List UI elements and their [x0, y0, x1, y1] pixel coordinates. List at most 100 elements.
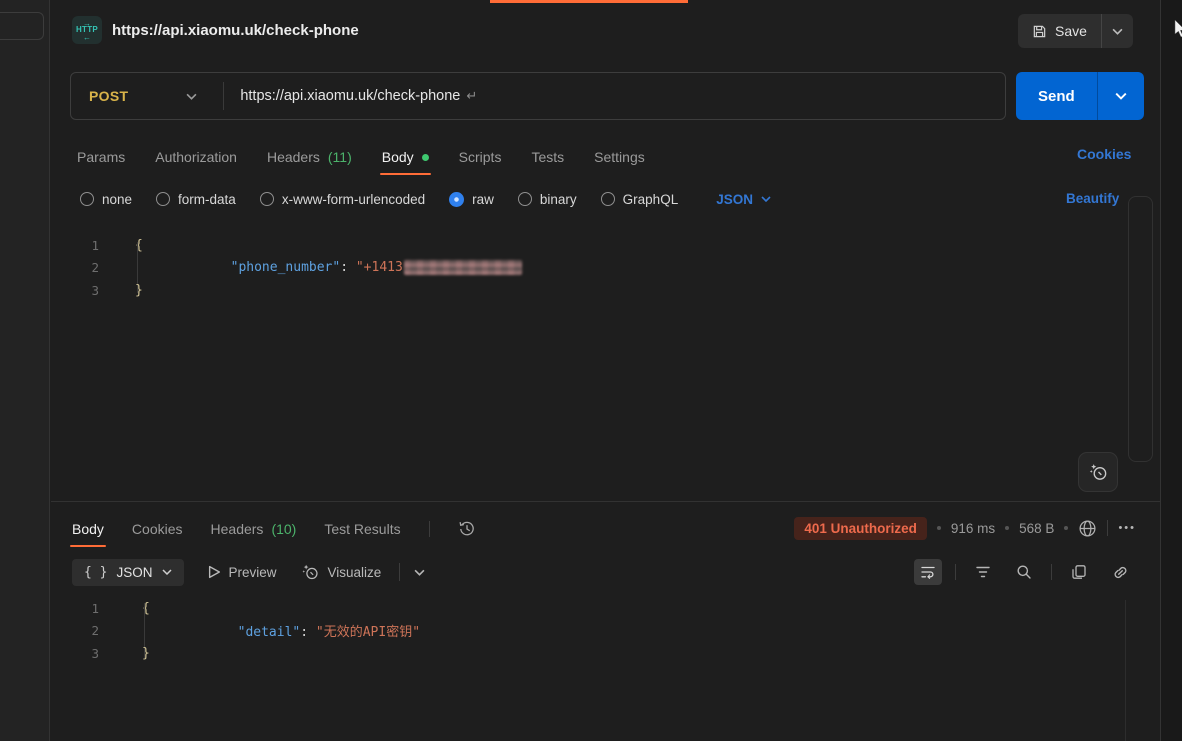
left-sidebar-rail — [0, 0, 50, 741]
http-request-icon: → HTTP ← — [72, 16, 102, 44]
response-actions — [914, 558, 1134, 586]
dot-separator — [937, 526, 941, 530]
chevron-down-icon — [186, 93, 197, 100]
tab-body[interactable]: Body — [382, 140, 429, 174]
search-button[interactable] — [1010, 559, 1038, 585]
preview-button[interactable]: Preview — [208, 565, 277, 580]
send-split-button: Send — [1016, 72, 1144, 120]
dot-separator — [1064, 526, 1068, 530]
radio-selected-icon — [449, 192, 464, 207]
divider — [223, 82, 224, 110]
postman-window: → HTTP ← https://api.xiaomu.uk/check-pho… — [0, 0, 1182, 741]
wrap-text-icon — [920, 564, 936, 580]
response-history-button[interactable] — [458, 520, 476, 538]
postbot-sparkle-icon — [1088, 462, 1109, 483]
globe-icon — [1078, 519, 1097, 538]
divider — [51, 501, 1161, 502]
method-selector-value[interactable]: POST — [71, 88, 128, 104]
status-badge[interactable]: 401 Unauthorized — [794, 517, 927, 540]
language-dropdown[interactable]: JSON — [716, 192, 771, 207]
line-number: 1 — [63, 238, 115, 253]
editor-scrollbar-track[interactable] — [1128, 196, 1153, 462]
editor-line: 2 "phone_number": "+1413 — [63, 257, 1123, 280]
url-enter-hint: ↵ — [466, 88, 477, 104]
visualize-button[interactable]: Visualize — [301, 563, 382, 582]
link-icon — [1112, 564, 1129, 581]
chevron-down-icon — [1115, 92, 1127, 100]
right-sidebar-rail — [1161, 0, 1182, 741]
save-button[interactable]: Save — [1018, 14, 1101, 48]
radio-circle-icon — [80, 192, 94, 206]
response-tab-test-results[interactable]: Test Results — [324, 512, 400, 546]
response-tab-body[interactable]: Body — [72, 512, 104, 546]
send-button[interactable]: Send — [1016, 72, 1097, 120]
divider — [399, 563, 400, 581]
headers-count-badge: (10) — [271, 521, 296, 537]
divider — [1051, 564, 1052, 580]
response-tab-headers[interactable]: Headers (10) — [211, 512, 297, 546]
active-tab-indicator — [490, 0, 688, 3]
request-url-bar: POST https://api.xiaomu.uk/check-phone ↵ — [70, 72, 1006, 120]
dot-separator — [1005, 526, 1009, 530]
line-number: 3 — [63, 283, 115, 298]
filter-button[interactable] — [969, 559, 997, 585]
editor-line: 2 "detail": "无效的API密钥" — [63, 620, 1103, 643]
save-icon — [1032, 24, 1047, 39]
more-options-button[interactable]: ••• — [1118, 522, 1136, 534]
request-tabs: Params Authorization Headers (11) Body S… — [77, 140, 645, 174]
radio-raw[interactable]: raw — [449, 192, 494, 207]
sidebar-collapsed-item[interactable] — [0, 12, 44, 40]
radio-circle-icon — [260, 192, 274, 206]
chevron-down-icon — [1112, 28, 1123, 35]
cookies-link[interactable]: Cookies — [1077, 146, 1131, 162]
tab-scripts[interactable]: Scripts — [459, 140, 502, 174]
save-label: Save — [1055, 23, 1087, 39]
radio-graphql[interactable]: GraphQL — [601, 192, 679, 207]
radio-none[interactable]: none — [80, 192, 132, 207]
response-size[interactable]: 568 B — [1019, 521, 1054, 536]
visualize-sparkle-icon — [301, 563, 320, 582]
tab-headers[interactable]: Headers (11) — [267, 140, 352, 174]
save-options-button[interactable] — [1101, 14, 1133, 48]
copy-button[interactable] — [1065, 559, 1093, 585]
active-tab-underline — [380, 173, 431, 175]
json-key: "phone_number" — [231, 260, 341, 275]
json-key: "detail" — [238, 625, 301, 640]
radio-x-www-form-urlencoded[interactable]: x-www-form-urlencoded — [260, 192, 425, 207]
search-icon — [1016, 564, 1032, 580]
response-format-dropdown[interactable]: { } JSON — [72, 559, 184, 586]
network-info-button[interactable] — [1078, 519, 1097, 538]
tab-tests[interactable]: Tests — [531, 140, 564, 174]
beautify-link[interactable]: Beautify — [1066, 191, 1119, 206]
postbot-button[interactable] — [1078, 452, 1118, 492]
divider — [955, 564, 956, 580]
divider — [429, 521, 430, 537]
radio-binary[interactable]: binary — [518, 192, 577, 207]
redacted-phone-number — [404, 260, 522, 275]
method-selector-button[interactable] — [186, 93, 197, 100]
response-meta: 401 Unauthorized 916 ms 568 B ••• — [794, 514, 1136, 542]
url-input[interactable]: https://api.xiaomu.uk/check-phone — [240, 88, 460, 104]
tab-params[interactable]: Params — [77, 140, 125, 174]
line-number: 1 — [63, 601, 115, 616]
toolbar-expand-button[interactable] — [414, 569, 425, 576]
tab-authorization[interactable]: Authorization — [155, 140, 237, 174]
headers-count-badge: (11) — [328, 149, 352, 165]
response-time[interactable]: 916 ms — [951, 521, 995, 536]
radio-form-data[interactable]: form-data — [156, 192, 236, 207]
response-tab-cookies[interactable]: Cookies — [132, 512, 183, 546]
line-number: 2 — [63, 260, 115, 275]
wrap-text-button[interactable] — [914, 559, 942, 585]
save-split-button: Save — [1018, 14, 1133, 48]
request-body-editor[interactable]: 1 { 2 "phone_number": "+1413 3 } — [63, 234, 1123, 302]
json-value: "无效的API密钥" — [316, 625, 420, 640]
braces-icon: { } — [84, 565, 107, 580]
response-body-editor[interactable]: 1 { 2 "detail": "无效的API密钥" 3 } — [63, 597, 1103, 665]
editor-scrollbar-track[interactable] — [1125, 600, 1126, 741]
body-modified-dot — [422, 154, 429, 161]
tab-settings[interactable]: Settings — [594, 140, 645, 174]
send-options-button[interactable] — [1097, 72, 1144, 120]
request-title: https://api.xiaomu.uk/check-phone — [112, 22, 359, 39]
share-link-button[interactable] — [1106, 559, 1134, 585]
arrow-left-icon: ← — [83, 34, 91, 40]
